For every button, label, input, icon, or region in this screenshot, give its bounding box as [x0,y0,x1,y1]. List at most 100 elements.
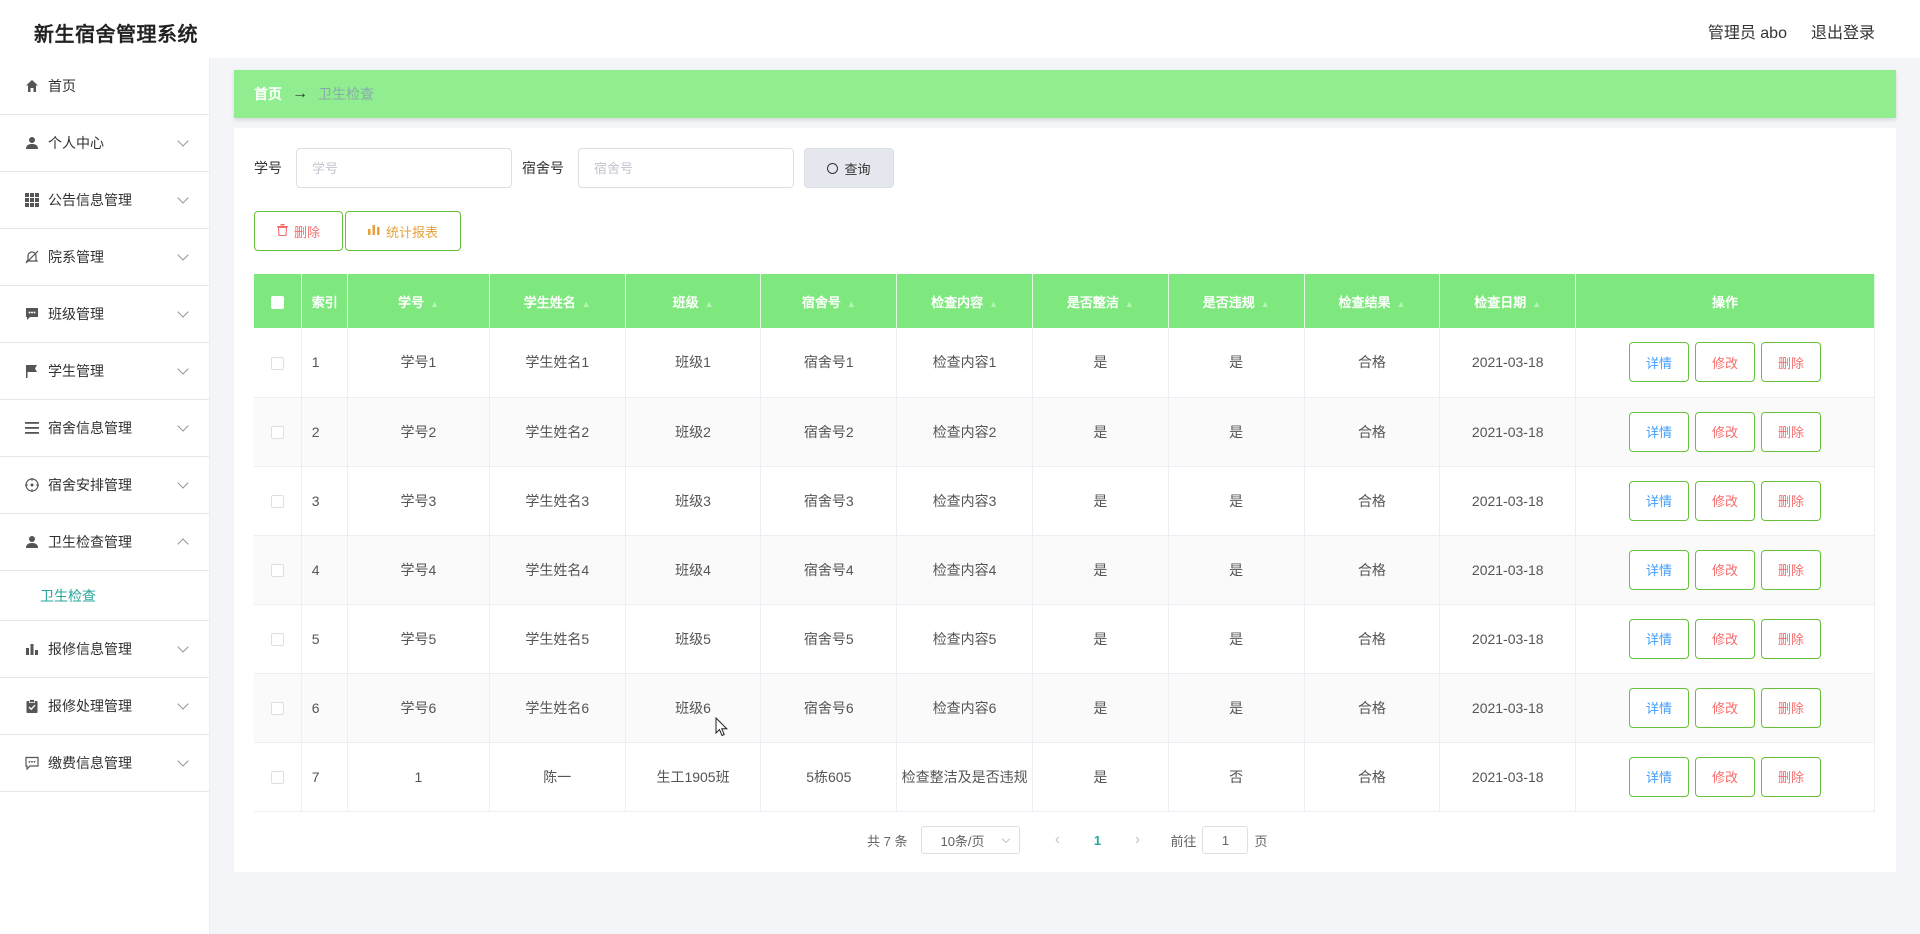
sidebar-item-hygiene[interactable]: 卫生检查管理 [0,514,209,571]
sidebar-item-payment[interactable]: 缴费信息管理 [0,735,209,792]
row-checkbox[interactable] [270,495,284,509]
cell-content: 检查内容3 [896,466,1033,536]
sidebar-item-repair-info[interactable]: 报修信息管理 [0,621,209,678]
sidebar-item-notice[interactable]: 公告信息管理 [0,172,209,229]
sidebar-item-label: 宿舍信息管理 [48,420,132,436]
detail-button[interactable]: 详情 [1629,480,1690,521]
cell-index: 2 [301,397,349,467]
cell-violation: 是 [1168,397,1305,467]
cell-clean: 是 [1032,466,1169,536]
action-bar: 删除 统计报表 [254,211,461,251]
stats-report-button[interactable]: 统计报表 [345,211,461,251]
col-header-sortable[interactable]: 是否违规 ▲ [1168,274,1305,328]
table-row[interactable]: 2 学号2 学生姓名2 班级2 宿舍号2 检查内容2 是是合格 2021-03-18 详情 修改删… [254,397,1875,467]
edit-button[interactable]: 修改 [1695,411,1756,452]
clipboard-check-icon [24,698,40,714]
sidebar-item-repair-handle[interactable]: 报修处理管理 [0,678,209,735]
edit-button[interactable]: 修改 [1695,480,1756,521]
batch-delete-label: 删除 [293,224,320,240]
edit-button[interactable]: 修改 [1695,342,1756,383]
prev-page-button[interactable]: ‹ [1042,831,1072,849]
edit-button[interactable]: 修改 [1695,618,1756,659]
cell-violation: 是 [1168,673,1305,743]
sidebar-item-label: 报修信息管理 [48,641,132,657]
col-header-sortable[interactable]: 检查结果 ▲ [1304,274,1441,328]
logout-link[interactable]: 退出登录 [1811,19,1875,43]
table-body: 1 学号1 学生姓名1 班级1 宿舍号1 检查内容1 是是合格 2021-03-18 详情 修改删… [254,328,1875,812]
cell-operations: 详情 修改 删除 [1575,604,1875,674]
row-checkbox[interactable] [270,564,284,578]
goto-page: 前往 页 [1170,826,1268,854]
delete-button[interactable]: 删除 [1761,618,1822,659]
table-row[interactable]: 5 学号5 学生姓名5 班级5 宿舍号5 检查内容5 是是合格 2021-03-18 详情 修改删… [254,604,1875,674]
edit-button[interactable]: 修改 [1695,687,1756,728]
user-icon [24,135,40,151]
detail-button[interactable]: 详情 [1629,549,1690,590]
row-checkbox[interactable] [270,771,284,785]
sort-icon: ▲ [581,298,591,309]
cell-result: 合格 [1304,604,1441,674]
table-row[interactable]: 1 学号1 学生姓名1 班级1 宿舍号1 检查内容1 是是合格 2021-03-18 详情 修改删… [254,328,1875,398]
col-header-sortable[interactable]: 班级 ▲ [625,274,762,328]
select-all-checkbox[interactable] [270,295,284,309]
col-header-label: 检查结果 [1338,294,1391,310]
row-checkbox[interactable] [270,702,284,716]
sidebar-item-class[interactable]: 班级管理 [0,286,209,343]
detail-button[interactable]: 详情 [1629,618,1690,659]
row-checkbox[interactable] [270,426,284,440]
query-button-label: 查询 [844,161,871,177]
col-header-label: 检查日期 [1474,294,1527,310]
table-row[interactable]: 7 1 陈一 生工1905班 5栋605 检查整洁及是否违规是否合格 2021-03-18 详… [254,742,1875,812]
row-checkbox[interactable] [270,357,284,371]
edit-button[interactable]: 修改 [1695,549,1756,590]
sidebar-item-department[interactable]: 院系管理 [0,229,209,286]
next-page-button[interactable]: › [1122,831,1152,849]
col-header-sortable[interactable]: 宿舍号 ▲ [760,274,898,328]
cell-clean: 是 [1032,328,1169,398]
cell-index: 6 [301,673,349,743]
detail-button[interactable]: 详情 [1629,342,1690,383]
sidebar-item-dorm-info[interactable]: 宿舍信息管理 [0,400,209,457]
delete-button[interactable]: 删除 [1761,687,1822,728]
dorm-label: 宿舍号 [522,160,564,176]
dorm-input[interactable] [578,148,794,188]
cell-operations: 详情 修改 删除 [1575,535,1875,605]
detail-button[interactable]: 详情 [1629,687,1690,728]
sidebar-item-student[interactable]: 学生管理 [0,343,209,400]
detail-button[interactable]: 详情 [1629,411,1690,452]
chevron-down-icon [177,477,189,489]
sidebar-item-dorm-arrange[interactable]: 宿舍安排管理 [0,457,209,514]
cell-index: 1 [301,328,349,398]
sidebar-item-home[interactable]: 首页 [0,58,209,115]
breadcrumb-home[interactable]: 首页 [254,84,282,104]
sidebar-subitem-hygiene-check[interactable]: 卫生检查 [0,571,209,621]
delete-button[interactable]: 删除 [1761,756,1822,797]
delete-button[interactable]: 删除 [1761,480,1822,521]
goto-page-input[interactable] [1202,826,1249,854]
table-row[interactable]: 3 学号3 学生姓名3 班级3 宿舍号3 检查内容3 是是合格 2021-03-18 详情 修改删… [254,466,1875,536]
col-header-sortable[interactable]: 是否整洁 ▲ [1032,274,1169,328]
batch-delete-button[interactable]: 删除 [254,211,343,251]
cell-content: 检查内容1 [896,328,1033,398]
row-checkbox[interactable] [270,633,284,647]
table-row[interactable]: 6 学号6 学生姓名6 班级6 宿舍号6 检查内容6 是是合格 2021-03-18 详情 修改删… [254,673,1875,743]
cell-clean: 是 [1032,673,1169,743]
page-size-select[interactable]: 10条/页 [921,826,1021,854]
col-header-sortable[interactable]: 学号 ▲ [347,274,490,328]
delete-button[interactable]: 删除 [1761,342,1822,383]
col-header-sortable[interactable]: 检查内容 ▲ [896,274,1033,328]
current-user: 管理员 abo [1707,25,1787,42]
page-number-current[interactable]: 1 [1072,833,1122,848]
edit-button[interactable]: 修改 [1695,756,1756,797]
delete-button[interactable]: 删除 [1761,411,1822,452]
sidebar-item-personal-center[interactable]: 个人中心 [0,115,209,172]
query-button[interactable]: 查询 [804,148,894,188]
col-header-label: 学号 [397,294,424,310]
delete-button[interactable]: 删除 [1761,549,1822,590]
student-id-input[interactable] [296,148,512,188]
col-header-sortable[interactable]: 学生姓名 ▲ [489,274,626,328]
col-header-sortable[interactable]: 检查日期 ▲ [1439,274,1577,328]
table-row[interactable]: 4 学号4 学生姓名4 班级4 宿舍号4 检查内容4 是是合格 2021-03-18 详情 修改删… [254,535,1875,605]
col-header-label: 是否违规 [1202,294,1255,310]
detail-button[interactable]: 详情 [1629,756,1690,797]
